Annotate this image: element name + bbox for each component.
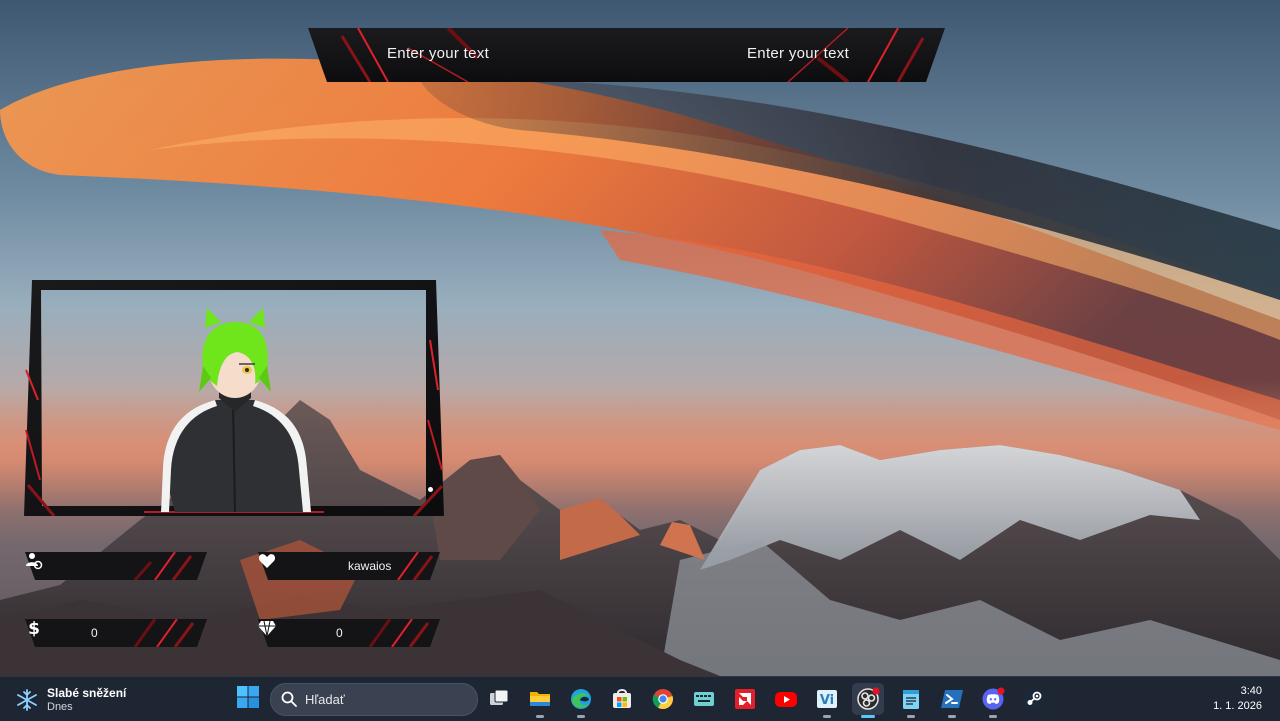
diamond-icon: [258, 620, 276, 637]
clock-time: 3:40: [1240, 685, 1262, 697]
dollar-icon: $: [28, 619, 40, 637]
edge-icon: [571, 689, 591, 709]
weather-title: Slabé sněžení: [47, 686, 127, 700]
webcam-indicator-dot: [428, 487, 433, 492]
svg-text:Vi: Vi: [820, 693, 834, 708]
taskbar-keyboard-app[interactable]: [688, 683, 720, 715]
banner-right-text: Enter your text: [747, 45, 850, 62]
running-indicator: [948, 715, 956, 718]
taskbar-file-explorer[interactable]: [524, 683, 556, 718]
taskbar-vseeface[interactable]: Vi: [811, 683, 843, 718]
keyboard-icon: [694, 692, 714, 706]
discord-icon: [982, 687, 1005, 710]
clock-date: 1. 1. 2026: [1213, 700, 1262, 712]
taskbar-obs-studio[interactable]: [852, 683, 884, 718]
running-indicator: [907, 715, 915, 718]
windows-start-icon[interactable]: [236, 685, 260, 709]
store-icon: [613, 689, 631, 708]
taskbar-youtube[interactable]: [770, 683, 802, 715]
running-indicator: [989, 715, 997, 718]
taskbar-clock[interactable]: 3:40 1. 1. 2026: [1213, 684, 1262, 714]
user-plus-icon: [26, 553, 43, 570]
stat-bar-gems: 0: [258, 619, 440, 647]
search-placeholder: Hľadať: [305, 692, 345, 707]
taskbar-store[interactable]: [606, 683, 638, 715]
stat-bar-likes: kawaios: [258, 552, 440, 580]
running-indicator: [536, 715, 544, 718]
stat-bar-bg: [25, 619, 207, 647]
windows-taskbar: Slabé sněžení Dnes Hľadať Vi 3:40 1. 1. …: [0, 676, 1280, 721]
stat-bar-bg: [25, 552, 207, 580]
taskbar-task-view[interactable]: [483, 683, 515, 715]
weather-subtitle: Dnes: [47, 701, 73, 713]
avatar-graphic: [161, 308, 311, 513]
taskbar-powershell[interactable]: [936, 683, 968, 718]
taskbar-notepad[interactable]: [895, 683, 927, 718]
amd-icon: [735, 689, 755, 709]
running-indicator: [861, 715, 875, 718]
powershell-icon: [941, 690, 963, 708]
taskbar-search[interactable]: Hľadať: [270, 683, 478, 716]
stat-bar-money: $ 0: [25, 619, 207, 647]
stat-bar-followers: [25, 552, 207, 580]
taskbar-steam[interactable]: [1018, 683, 1050, 715]
gems-value: 0: [336, 626, 343, 640]
notepad-icon: [903, 690, 919, 709]
obs-icon: [857, 687, 880, 710]
running-indicator: [823, 715, 831, 718]
banner-left-text: Enter your text: [387, 45, 490, 62]
vseeface-icon: Vi: [817, 690, 837, 708]
heart-icon: [258, 554, 276, 568]
overlay-top-banner: Enter your text Enter your text: [308, 28, 945, 82]
youtube-icon: [775, 692, 797, 707]
stat-bar-bg: [258, 619, 440, 647]
chrome-icon: [652, 689, 673, 710]
task-view-icon: [490, 689, 509, 705]
taskbar-edge[interactable]: [565, 683, 597, 718]
taskbar-amd-software[interactable]: [729, 683, 761, 715]
money-value: 0: [91, 626, 98, 640]
vtuber-avatar: [155, 308, 315, 513]
svg-text:$: $: [28, 619, 40, 637]
weather-widget[interactable]: Slabé sněžení Dnes: [16, 683, 176, 715]
likes-value: kawaios: [348, 559, 392, 573]
taskbar-chrome[interactable]: [647, 683, 679, 715]
snowflake-icon: [17, 689, 37, 711]
search-icon: [281, 691, 297, 707]
taskbar-discord[interactable]: [977, 683, 1009, 718]
folder-icon: [530, 692, 550, 706]
running-indicator: [577, 715, 585, 718]
steam-icon: [1023, 688, 1045, 710]
